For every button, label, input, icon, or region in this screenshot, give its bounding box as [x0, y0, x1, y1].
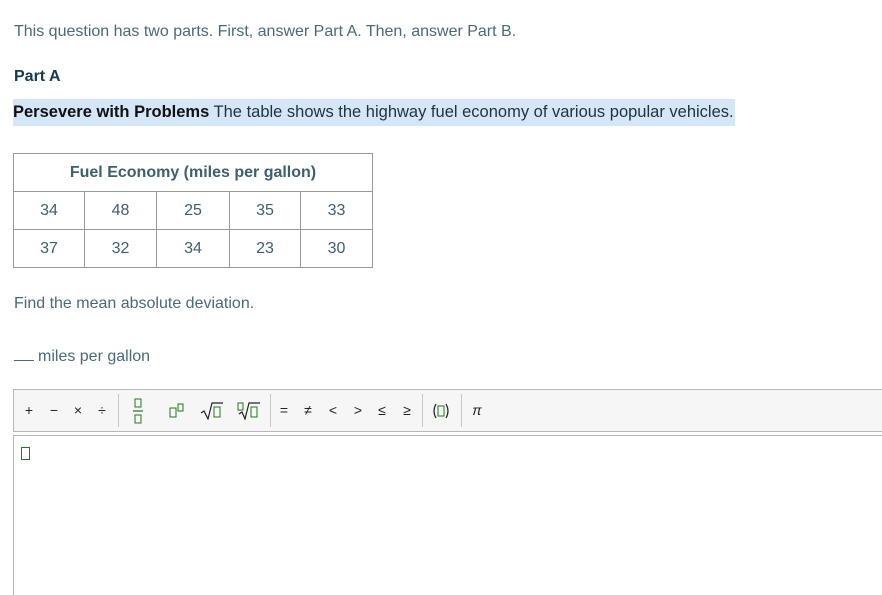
fraction-icon — [133, 398, 143, 424]
input-placeholder-box[interactable] — [21, 447, 30, 460]
less-than-button[interactable]: < — [324, 390, 342, 431]
table-cell: 35 — [229, 191, 301, 230]
answer-unit: miles per gallon — [38, 348, 151, 365]
equals-button[interactable]: = — [275, 390, 293, 431]
less-equal-button[interactable]: ≤ — [373, 390, 391, 431]
math-answer-editor[interactable] — [13, 435, 882, 595]
pi-button[interactable]: π — [468, 390, 486, 431]
exponent-icon — [169, 403, 184, 418]
table-cell: 33 — [300, 191, 373, 230]
table-cell: 34 — [156, 229, 230, 268]
table-row: 37 32 34 23 30 — [13, 229, 373, 268]
toolbar-divider — [118, 394, 119, 427]
square-root-icon — [200, 402, 223, 422]
square-root-button[interactable] — [199, 390, 225, 431]
divide-button[interactable]: ÷ — [93, 390, 111, 431]
table-cell: 32 — [84, 229, 157, 268]
plus-button[interactable]: + — [20, 390, 38, 431]
table-row: 34 48 25 35 33 — [13, 191, 373, 230]
table-header: Fuel Economy (miles per gallon) — [13, 153, 373, 192]
intro-text: This question has two parts. First, answ… — [14, 23, 517, 40]
table-cell: 37 — [13, 229, 85, 268]
prompt-body: The table shows the highway fuel economy… — [209, 103, 734, 121]
answer-blank — [14, 346, 34, 361]
question-text: Find the mean absolute deviation. — [14, 295, 255, 312]
fraction-button[interactable] — [127, 390, 149, 431]
prompt-bold: Persevere with Problems — [13, 103, 210, 121]
prompt-text: Persevere with Problems The table shows … — [13, 99, 735, 126]
toolbar-divider — [461, 394, 462, 427]
fuel-economy-table: Fuel Economy (miles per gallon) 34 48 25… — [13, 153, 373, 268]
nth-root-button[interactable] — [236, 390, 262, 431]
answer-prompt: miles per gallon — [14, 346, 150, 366]
times-button[interactable]: × — [69, 390, 87, 431]
table-cell: 23 — [229, 229, 301, 268]
table-cell: 30 — [300, 229, 373, 268]
table-cell: 48 — [84, 191, 157, 230]
minus-button[interactable]: − — [45, 390, 63, 431]
parentheses-button[interactable] — [429, 390, 453, 431]
table-cell: 34 — [13, 191, 85, 230]
toolbar-divider — [422, 394, 423, 427]
not-equal-button[interactable]: ≠ — [299, 390, 317, 431]
exponent-button[interactable] — [166, 390, 188, 431]
math-toolbar: + − × ÷ = ≠ < > ≤ ≥ π — [13, 389, 882, 432]
toolbar-divider — [270, 394, 271, 427]
greater-than-button[interactable]: > — [349, 390, 367, 431]
part-title: Part A — [14, 68, 61, 85]
nth-root-icon — [237, 402, 260, 422]
parentheses-icon — [433, 403, 449, 419]
greater-equal-button[interactable]: ≥ — [398, 390, 416, 431]
table-cell: 25 — [156, 191, 230, 230]
